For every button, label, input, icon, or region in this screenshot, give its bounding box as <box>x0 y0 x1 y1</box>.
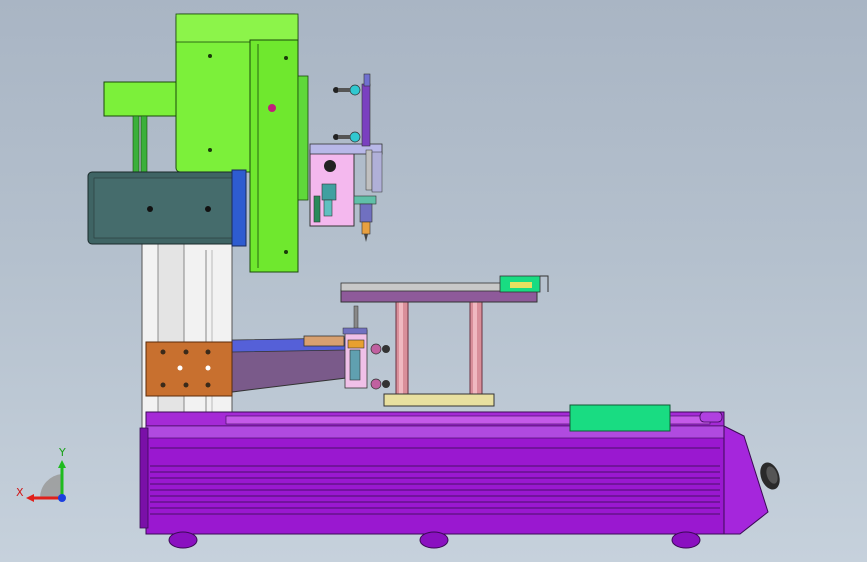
triad-disc <box>39 474 62 498</box>
cover-box <box>87 169 247 247</box>
triad-z-axis <box>58 494 66 502</box>
dispenser-head <box>309 73 383 242</box>
foot-left <box>168 531 198 549</box>
foot-right <box>671 531 701 549</box>
table-slide-block <box>569 404 671 432</box>
lower-valve-assembly <box>342 305 390 390</box>
triad-x-label: X <box>16 486 24 499</box>
lower-bracket <box>145 335 347 397</box>
machine-base <box>139 411 780 549</box>
foot-middle <box>419 531 449 549</box>
machine-model[interactable]: X Y <box>0 0 867 562</box>
triad-y-label: Y <box>58 446 66 459</box>
cad-viewport[interactable]: X Y <box>0 0 867 562</box>
vertical-column <box>141 237 233 435</box>
orientation-triad: X Y <box>16 446 66 502</box>
